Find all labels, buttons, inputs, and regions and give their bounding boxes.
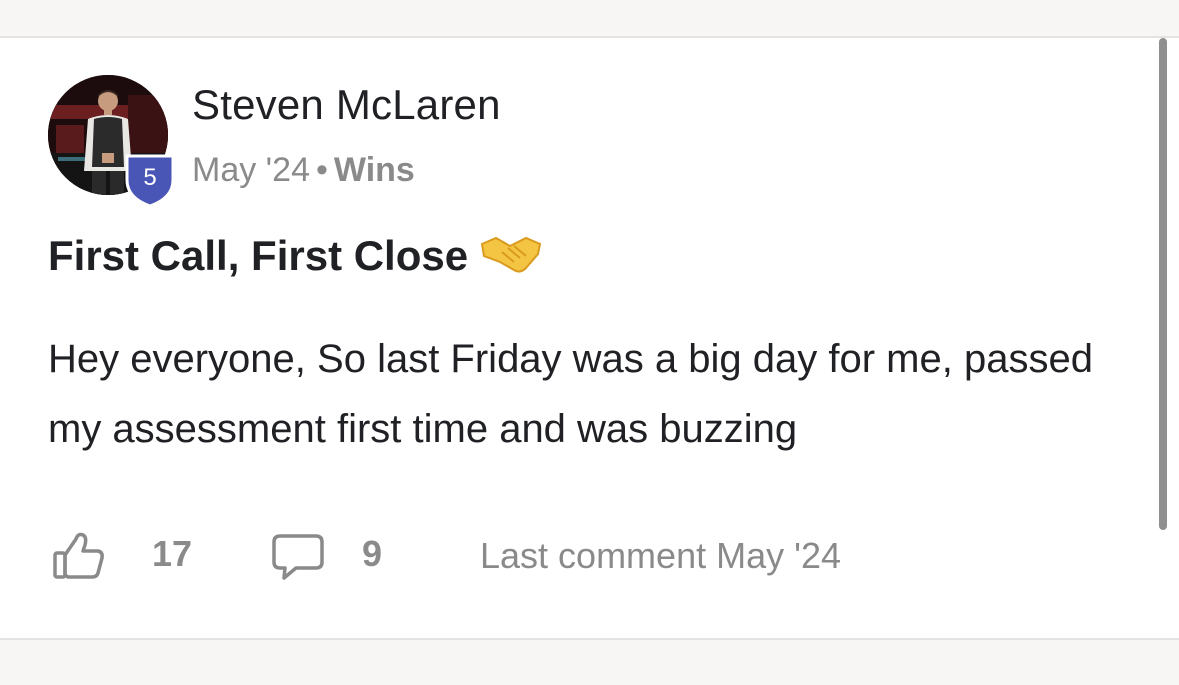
post-title-text: First Call, First Close bbox=[48, 232, 469, 279]
handshake-emoji-icon bbox=[480, 234, 542, 276]
meta-separator: • bbox=[316, 151, 328, 189]
level-badge: 5 bbox=[122, 152, 178, 208]
post-body[interactable]: Hey everyone, So last Friday was a big d… bbox=[48, 324, 1148, 464]
post-meta: May '24 • Wins bbox=[192, 150, 415, 190]
post-date: May '24 bbox=[192, 151, 310, 189]
author-name[interactable]: Steven McLaren bbox=[192, 80, 501, 130]
scrollbar[interactable] bbox=[1159, 38, 1167, 530]
comment-icon[interactable] bbox=[270, 530, 326, 584]
post-title[interactable]: First Call, First Close bbox=[48, 230, 542, 282]
post-actions: 17 9 Last comment May '24 bbox=[48, 524, 1048, 584]
last-comment: Last comment May '24 bbox=[480, 535, 842, 576]
comment-count: 9 bbox=[362, 533, 383, 574]
post-category[interactable]: Wins bbox=[334, 151, 415, 189]
thumbs-up-icon[interactable] bbox=[52, 529, 106, 583]
post-card[interactable]: 5 Steven McLaren May '24 • Wins First Call… bbox=[0, 36, 1179, 640]
top-band bbox=[0, 0, 1179, 36]
level-number: 5 bbox=[143, 164, 157, 191]
like-count: 17 bbox=[152, 533, 193, 574]
